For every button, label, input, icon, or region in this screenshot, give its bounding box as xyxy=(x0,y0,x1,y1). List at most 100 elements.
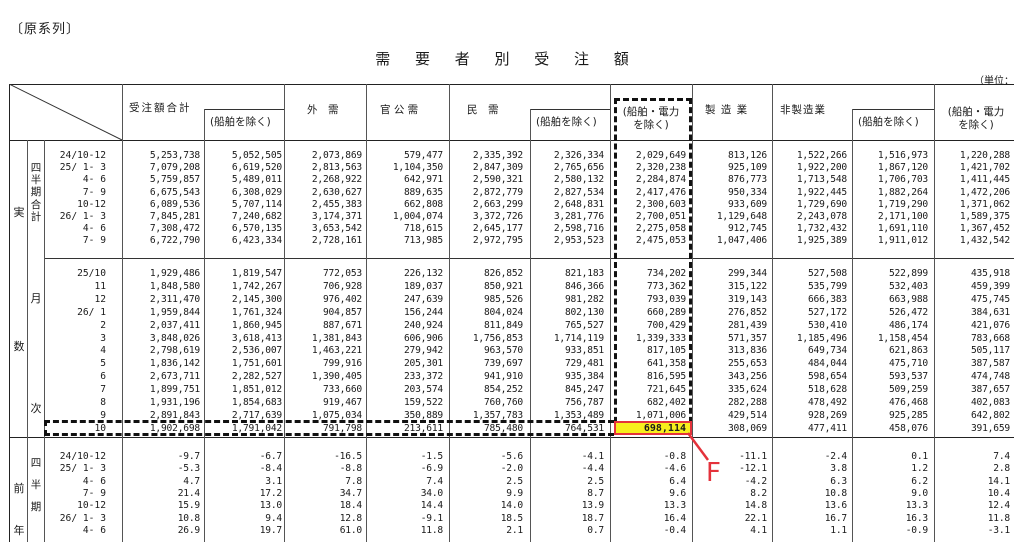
header-non-manufacturing: 非製造業 xyxy=(780,104,826,116)
table-cell: 876,773 xyxy=(727,174,767,186)
table-cell: 3.1 xyxy=(265,475,282,487)
table-cell: -9.7 xyxy=(177,451,201,462)
table-cell: 2,455,383 xyxy=(311,198,362,210)
table-cell: 7,308,472 xyxy=(149,223,200,235)
table-cell: 1,047,406 xyxy=(716,235,767,247)
table-cell: -4.2 xyxy=(744,475,768,487)
side-divider-inner-upper xyxy=(44,140,45,437)
table-cell: 6.3 xyxy=(830,475,847,487)
side-divider-lower xyxy=(27,437,28,542)
table-cell: 505,117 xyxy=(970,345,1010,357)
table-cell: 593,537 xyxy=(888,371,928,383)
table-cell: -12.1 xyxy=(739,463,767,475)
table-cell: 933,851 xyxy=(564,345,604,357)
table-cell: 475,745 xyxy=(970,293,1010,305)
table-cell: 1,381,843 xyxy=(311,332,362,344)
row-label: 4 xyxy=(100,345,106,357)
header-foreign: 外 需 xyxy=(307,104,339,116)
table-cell: -4.4 xyxy=(581,463,605,475)
table-cell: 1,004,074 xyxy=(392,211,443,222)
table-cell: 477,411 xyxy=(807,422,847,434)
table-cell: -11.1 xyxy=(739,451,767,462)
column-divider xyxy=(934,84,935,542)
table-cell: 13.3 xyxy=(905,500,929,512)
header-manufacturing: 製 造 業 xyxy=(705,104,749,116)
table-cell: 1,867,120 xyxy=(877,162,928,174)
table-cell: 571,357 xyxy=(727,332,767,344)
table-cell: 3,848,026 xyxy=(149,332,200,344)
table-cell: 421,076 xyxy=(970,319,1010,331)
table-cell: 233,372 xyxy=(403,371,443,383)
table-cell: 2,335,392 xyxy=(472,150,523,161)
header-subrule-private xyxy=(530,109,610,110)
series-note: 〔原系列〕 xyxy=(10,22,81,37)
table-cell: 14.4 xyxy=(420,500,444,512)
table-cell: 1,390,405 xyxy=(311,371,362,383)
table-cell: 887,671 xyxy=(322,319,362,331)
table-cell: 5,759,857 xyxy=(149,174,200,186)
table-cell: 2,765,656 xyxy=(553,162,604,174)
table-cell: 811,849 xyxy=(483,319,523,331)
table-cell: 925,109 xyxy=(727,162,767,174)
table-cell: 10.8 xyxy=(824,487,848,499)
row-label: 3 xyxy=(100,332,106,344)
table-cell: 11.8 xyxy=(987,512,1011,524)
table-cell: 5,253,738 xyxy=(149,150,200,161)
table-cell: 6,308,029 xyxy=(231,186,282,198)
side-label-monthly-2: 次 xyxy=(30,402,42,415)
table-cell: 2.8 xyxy=(993,463,1010,475)
table-cell: 1,761,324 xyxy=(231,306,282,318)
column-divider xyxy=(204,109,205,542)
table-cell: 7.8 xyxy=(345,475,362,487)
table-cell: 3,618,413 xyxy=(231,332,282,344)
table-cell: 6.2 xyxy=(911,475,928,487)
pointer-arrow-line xyxy=(686,432,710,461)
section-divider-rule xyxy=(9,437,1014,438)
table-cell: 783,668 xyxy=(970,332,1010,344)
table-cell: 0.1 xyxy=(911,451,928,462)
table-cell: 5,052,505 xyxy=(231,150,282,161)
table-cell: 1,899,751 xyxy=(149,384,200,396)
table-cell: 335,624 xyxy=(727,384,767,396)
table-cell: 718,615 xyxy=(403,223,443,235)
table-cell: 963,570 xyxy=(483,345,523,357)
table-cell: 1,421,702 xyxy=(959,162,1010,174)
table-cell: 933,609 xyxy=(727,198,767,210)
table-cell: 17.2 xyxy=(259,487,283,499)
table-cell: 14.1 xyxy=(987,475,1011,487)
table-cell: 1,854,683 xyxy=(231,397,282,408)
table-cell: 733,660 xyxy=(322,384,362,396)
table-cell: 10.8 xyxy=(177,512,201,524)
table-cell: 3,372,726 xyxy=(472,211,523,222)
table-cell: 1,756,853 xyxy=(472,332,523,344)
side-label-jissu-2: 数 xyxy=(13,340,25,353)
table-cell: 384,631 xyxy=(970,306,1010,318)
table-cell: 12.8 xyxy=(339,512,363,524)
table-cell: -3.1 xyxy=(987,524,1011,536)
side-label-jissu-1: 実 xyxy=(13,206,25,219)
table-cell: 240,924 xyxy=(403,319,443,331)
dashed-row-outline-left xyxy=(44,420,47,436)
table-cell: 821,183 xyxy=(564,268,604,279)
table-cell: 1,922,200 xyxy=(796,162,847,174)
table-cell: 391,659 xyxy=(970,422,1010,434)
table-cell: 1,751,601 xyxy=(231,358,282,370)
table-cell: 889,635 xyxy=(403,186,443,198)
table-cell: 458,076 xyxy=(888,422,928,434)
table-cell: -5.3 xyxy=(177,463,201,475)
column-divider xyxy=(610,84,611,542)
table-cell: 642,971 xyxy=(403,174,443,186)
row-label: 2 xyxy=(100,319,106,331)
table-cell: 1,706,703 xyxy=(877,174,928,186)
row-label: 7 xyxy=(100,384,106,396)
row-label: 4- 6 xyxy=(82,475,106,487)
table-cell: 950,334 xyxy=(727,186,767,198)
page-title: 需 要 者 別 受 注 額 xyxy=(375,50,639,68)
table-cell: 7,845,281 xyxy=(149,211,200,222)
table-cell: 2,673,711 xyxy=(149,371,200,383)
dashed-row-outline xyxy=(44,420,614,436)
table-cell: 203,574 xyxy=(403,384,443,396)
table-cell: 1,432,542 xyxy=(959,235,1010,247)
column-divider xyxy=(284,84,285,542)
table-cell: 19.7 xyxy=(259,524,283,536)
